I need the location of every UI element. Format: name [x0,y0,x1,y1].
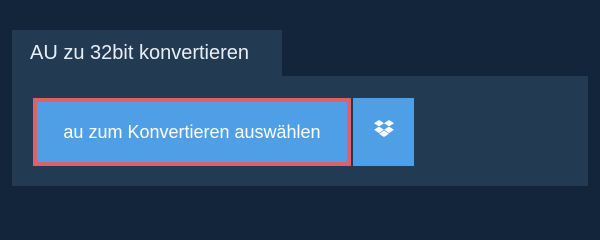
dropbox-icon [373,119,395,145]
tab-converter-title: AU zu 32bit konvertieren [12,30,282,76]
converter-page: AU zu 32bit konvertieren au zum Konverti… [0,0,600,230]
choose-file-button[interactable]: au zum Konvertieren auswählen [33,98,351,166]
tab-title-label: AU zu 32bit konvertieren [30,41,250,64]
dropbox-button[interactable] [353,98,414,166]
choose-file-label: au zum Konvertieren auswählen [63,121,321,142]
